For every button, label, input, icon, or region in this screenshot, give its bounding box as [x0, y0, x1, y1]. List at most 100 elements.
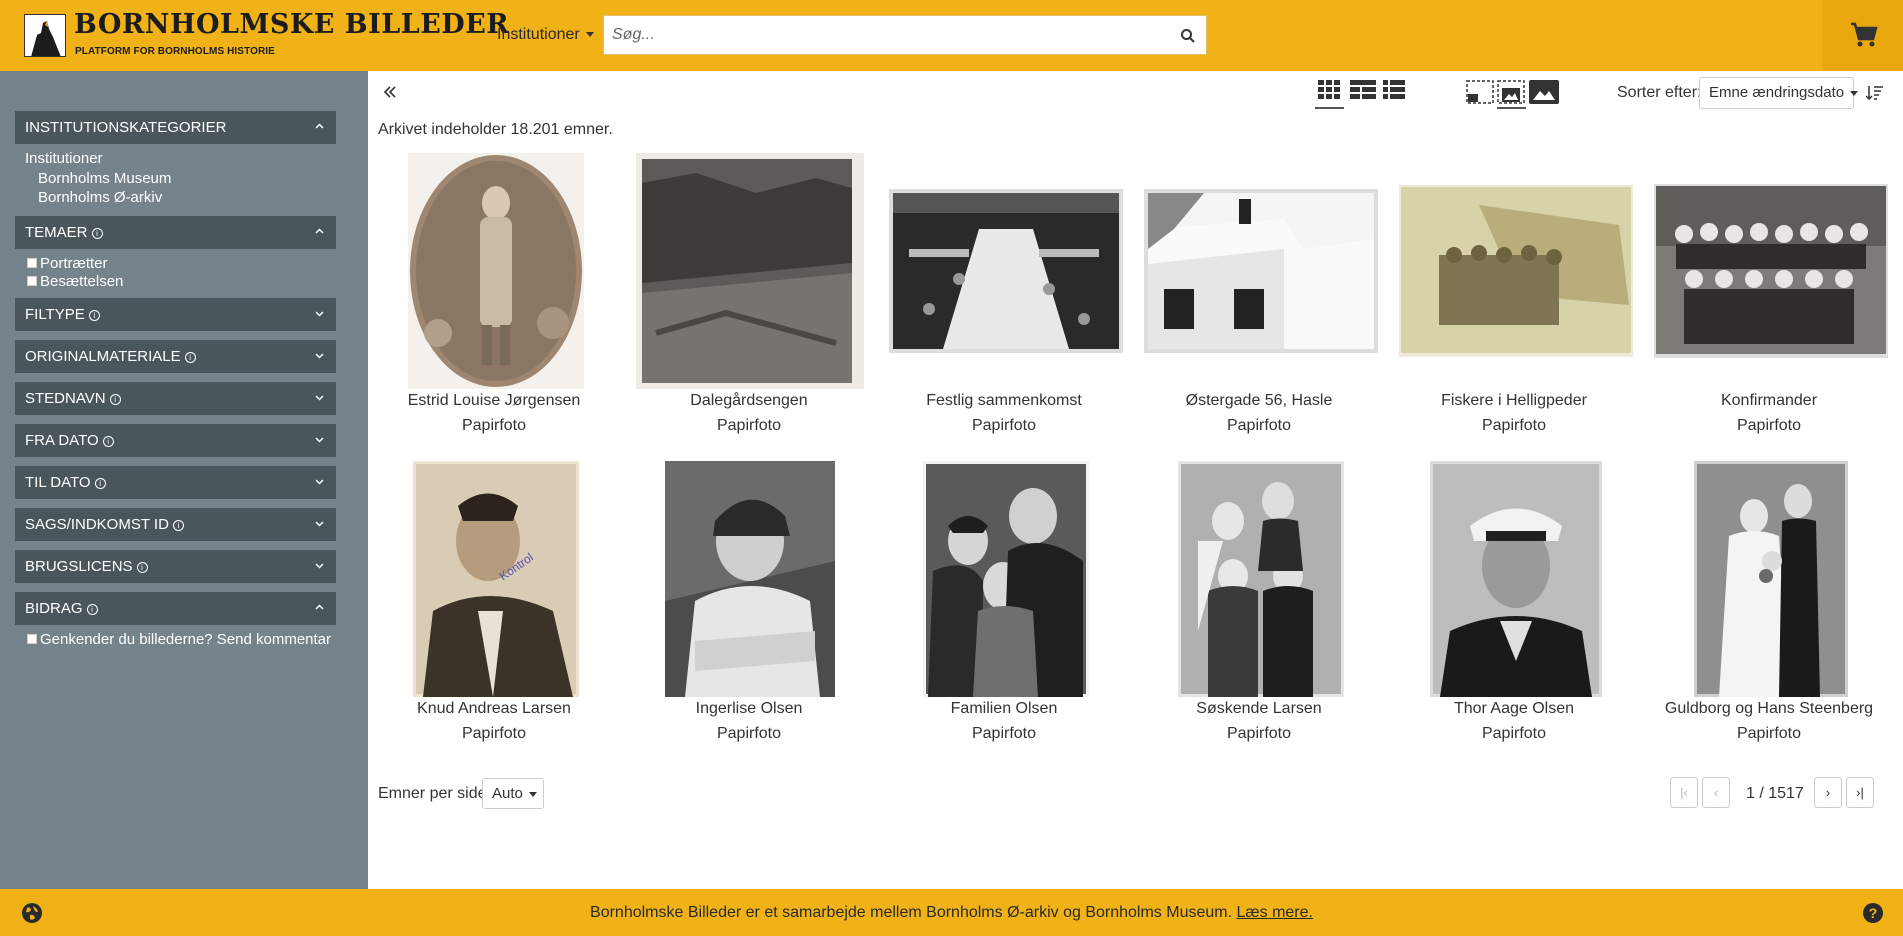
next-page-button[interactable]: ›	[1814, 777, 1842, 808]
info-icon[interactable]: i	[184, 352, 196, 363]
logo[interactable]	[24, 14, 66, 57]
facet-institutionskategorier[interactable]: INSTITUTIONSKATEGORIER	[15, 111, 336, 144]
institution-item[interactable]: Bornholms Ø-arkiv	[38, 189, 162, 206]
item-card[interactable]: Estrid Louise Jørgensen Papirfoto	[375, 153, 613, 443]
item-card[interactable]: Kontrol Knud Andreas Larsen Papirfoto	[375, 461, 613, 751]
item-card[interactable]: Østergade 56, Hasle Papirfoto	[1140, 153, 1378, 443]
chevron-down-icon	[315, 563, 324, 569]
item-title[interactable]: Østergade 56, Hasle	[1140, 392, 1378, 410]
active-view-indicator	[1315, 107, 1344, 109]
list-gallery-view-icon[interactable]	[1350, 80, 1376, 105]
site-subtitle: PLATFORM FOR BORNHOLMS HISTORIE	[75, 46, 275, 57]
facet-originalmateriale[interactable]: ORIGINALMATERIALE i	[15, 340, 336, 373]
info-icon[interactable]: i	[94, 478, 106, 489]
facet-temaer[interactable]: TEMAER i	[15, 216, 336, 249]
facet-filtype[interactable]: FILTYPE i	[15, 298, 336, 331]
prev-page-button[interactable]: ‹	[1702, 777, 1730, 808]
item-thumbnail[interactable]	[636, 153, 864, 389]
cart-button[interactable]	[1822, 0, 1903, 71]
item-card[interactable]: Festlig sammenkomst Papirfoto	[885, 153, 1123, 443]
first-page-button[interactable]: |‹	[1670, 777, 1698, 808]
institutions-dropdown[interactable]: Institutioner	[497, 26, 594, 44]
item-title[interactable]: Thor Aage Olsen	[1395, 700, 1633, 718]
item-title[interactable]: Fiskere i Helligpeder	[1395, 392, 1633, 410]
item-type: Papirfoto	[1481, 725, 1547, 742]
item-thumbnail[interactable]	[665, 461, 835, 697]
item-thumbnail[interactable]	[1178, 461, 1344, 697]
item-type: Papirfoto	[716, 725, 782, 742]
item-title[interactable]: Dalegårdsengen	[630, 392, 868, 410]
item-thumbnail[interactable]	[1694, 461, 1848, 697]
info-icon[interactable]: i	[172, 520, 184, 531]
item-card[interactable]: Familien Olsen Papirfoto	[885, 461, 1123, 751]
item-title[interactable]: Guldborg og Hans Steenberg	[1650, 700, 1888, 718]
bidrag-checkbox[interactable]: Genkender du billederne? Send kommentar	[27, 631, 331, 648]
help-icon[interactable]: ?	[1862, 902, 1884, 924]
read-more-link[interactable]: Læs mere.	[1237, 904, 1313, 921]
item-thumbnail[interactable]: Kontrol	[413, 461, 579, 697]
item-type: Papirfoto	[1226, 417, 1292, 434]
search-input[interactable]	[604, 16, 1164, 54]
info-icon[interactable]: i	[91, 228, 103, 239]
collapse-sidebar-icon[interactable]	[382, 84, 398, 100]
item-type: Papirfoto	[971, 725, 1037, 742]
item-title[interactable]: Festlig sammenkomst	[885, 392, 1123, 410]
item-card[interactable]: Ingerlise Olsen Papirfoto	[630, 461, 868, 751]
per-page-dropdown[interactable]: Auto	[482, 778, 544, 809]
temaer-item-label: Besættelsen	[40, 273, 124, 290]
grid-view-icon[interactable]	[1318, 80, 1340, 105]
small-image-icon[interactable]	[1466, 80, 1494, 109]
item-thumbnail[interactable]	[1430, 461, 1602, 697]
per-page-label: Emner per side:	[378, 785, 491, 802]
checkbox[interactable]	[27, 634, 37, 644]
item-card[interactable]: Guldborg og Hans Steenberg Papirfoto	[1650, 461, 1888, 751]
temaer-checkbox[interactable]: Besættelsen	[27, 273, 123, 290]
item-thumbnail[interactable]	[1399, 185, 1633, 357]
facet-til-dato[interactable]: TIL DATO i	[15, 466, 336, 499]
item-title[interactable]: Konfirmander	[1650, 392, 1888, 410]
item-thumbnail[interactable]	[1654, 184, 1888, 358]
checkbox[interactable]	[27, 258, 37, 268]
sort-order-icon[interactable]	[1865, 84, 1883, 101]
item-type: Papirfoto	[716, 417, 782, 434]
chevron-down-icon	[315, 395, 324, 401]
sort-dropdown[interactable]: Emne ændringsdato	[1699, 77, 1859, 109]
item-thumbnail[interactable]	[1144, 189, 1378, 353]
medium-image-icon[interactable]	[1497, 80, 1525, 109]
facet-fra-dato[interactable]: FRA DATO i	[15, 424, 336, 457]
active-size-indicator	[1497, 107, 1526, 109]
item-thumbnail[interactable]	[889, 189, 1123, 353]
caret-down-icon	[1850, 90, 1859, 96]
item-card[interactable]: Thor Aage Olsen Papirfoto	[1395, 461, 1633, 751]
item-title[interactable]: Estrid Louise Jørgensen	[375, 392, 613, 410]
item-title[interactable]: Knud Andreas Larsen	[375, 700, 613, 718]
item-thumbnail[interactable]	[408, 153, 584, 389]
item-card[interactable]: Konfirmander Papirfoto	[1650, 153, 1888, 443]
last-page-button[interactable]: ›|	[1846, 777, 1874, 808]
info-icon[interactable]: i	[102, 436, 114, 447]
info-icon[interactable]: i	[88, 310, 100, 321]
facet-bidrag[interactable]: BIDRAG i	[15, 592, 336, 625]
item-title[interactable]: Ingerlise Olsen	[630, 700, 868, 718]
checkbox[interactable]	[27, 276, 37, 286]
info-icon[interactable]: i	[109, 394, 121, 405]
facet-sags-id[interactable]: SAGS/INDKOMST ID i	[15, 508, 336, 541]
info-icon[interactable]: i	[86, 604, 98, 615]
list-view-icon[interactable]	[1383, 80, 1405, 105]
facet-label: TIL DATO	[25, 474, 91, 491]
large-image-icon[interactable]	[1529, 80, 1559, 109]
site-title[interactable]: BORNHOLMSKE BILLEDER	[74, 9, 509, 40]
item-card[interactable]: Fiskere i Helligpeder Papirfoto	[1395, 153, 1633, 443]
facet-brugslicens[interactable]: BRUGSLICENS i	[15, 550, 336, 583]
info-icon[interactable]: i	[136, 562, 148, 573]
item-card[interactable]: Søskende Larsen Papirfoto	[1140, 461, 1378, 751]
item-title[interactable]: Familien Olsen	[885, 700, 1123, 718]
institution-item[interactable]: Bornholms Museum	[38, 170, 171, 187]
temaer-checkbox[interactable]: Portrætter	[27, 255, 108, 272]
item-thumbnail[interactable]	[923, 461, 1089, 697]
facet-stednavn[interactable]: STEDNAVN i	[15, 382, 336, 415]
search-icon[interactable]	[1180, 28, 1196, 44]
item-title[interactable]: Søskende Larsen	[1140, 700, 1378, 718]
item-card[interactable]: Dalegårdsengen Papirfoto	[630, 153, 868, 443]
facet-label: FRA DATO	[25, 432, 99, 449]
